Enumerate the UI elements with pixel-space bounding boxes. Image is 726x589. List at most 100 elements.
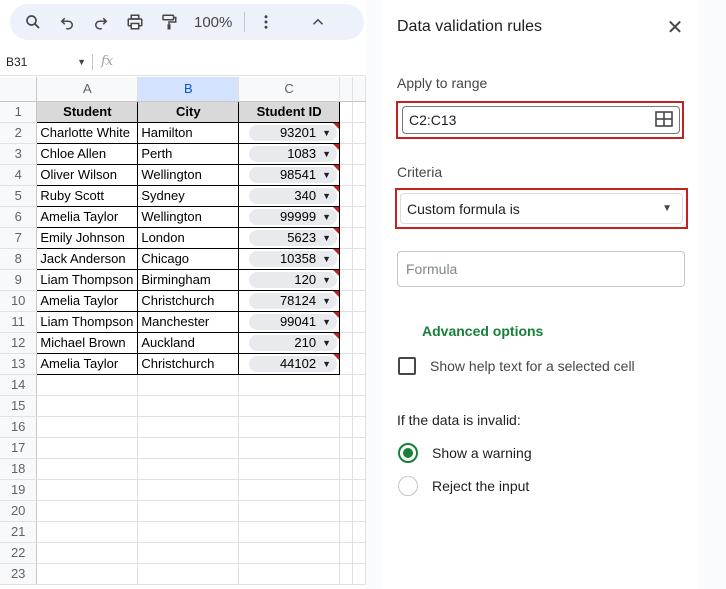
dropdown-chip[interactable]: 44102 ▼: [249, 355, 338, 372]
empty-cell[interactable]: [352, 374, 366, 396]
empty-cell[interactable]: [339, 143, 353, 165]
city-cell[interactable]: Perth: [137, 142, 240, 165]
empty-cell[interactable]: [137, 563, 240, 585]
student-id-cell[interactable]: 99041 ▼: [238, 310, 341, 333]
show-warning-radio[interactable]: [398, 443, 418, 463]
zoom-select[interactable]: 100%: [186, 6, 240, 38]
empty-cell[interactable]: [137, 521, 240, 543]
empty-cell[interactable]: [36, 416, 139, 438]
empty-cell[interactable]: [352, 563, 366, 585]
empty-cell[interactable]: [352, 122, 366, 144]
student-id-cell[interactable]: 120 ▼: [238, 268, 341, 291]
column-header-c[interactable]: C: [238, 77, 341, 102]
empty-cell[interactable]: [352, 269, 366, 291]
empty-cell[interactable]: [36, 500, 139, 522]
advanced-options-button[interactable]: Advanced options: [422, 323, 543, 339]
reject-input-option[interactable]: Reject the input: [398, 476, 529, 496]
empty-cell[interactable]: [339, 185, 353, 207]
student-cell[interactable]: Amelia Taylor: [36, 205, 139, 228]
print-icon[interactable]: [118, 6, 152, 38]
empty-cell[interactable]: [352, 290, 366, 312]
empty-cell[interactable]: [137, 416, 240, 438]
row-header[interactable]: 19: [0, 479, 38, 501]
reject-input-radio[interactable]: [398, 476, 418, 496]
empty-cell[interactable]: [339, 521, 353, 543]
empty-cell[interactable]: [137, 374, 240, 396]
empty-cell[interactable]: [339, 479, 353, 501]
row-header[interactable]: 5: [0, 185, 38, 207]
city-cell[interactable]: Chicago: [137, 247, 240, 270]
empty-cell[interactable]: [339, 437, 353, 459]
row-header[interactable]: 16: [0, 416, 38, 438]
student-id-cell[interactable]: 98541 ▼: [238, 163, 341, 186]
dropdown-chip[interactable]: 98541 ▼: [249, 166, 338, 183]
empty-cell[interactable]: [352, 353, 366, 375]
student-id-cell[interactable]: 93201 ▼: [238, 121, 341, 144]
row-header[interactable]: 3: [0, 143, 38, 165]
dropdown-chip[interactable]: 340 ▼: [249, 187, 338, 204]
city-cell[interactable]: Christchurch: [137, 289, 240, 312]
name-box[interactable]: B31 ▼: [0, 48, 92, 76]
student-cell[interactable]: Emily Johnson: [36, 226, 139, 249]
empty-cell[interactable]: [36, 458, 139, 480]
empty-cell[interactable]: [339, 500, 353, 522]
student-cell[interactable]: Liam Thompson: [36, 310, 139, 333]
range-input[interactable]: C2:C13: [402, 106, 680, 134]
student-cell[interactable]: Amelia Taylor: [36, 352, 139, 375]
row-header[interactable]: 20: [0, 500, 38, 522]
empty-cell[interactable]: [36, 521, 139, 543]
student-cell[interactable]: Charlotte White: [36, 121, 139, 144]
redo-icon[interactable]: [84, 6, 118, 38]
student-id-cell[interactable]: 340 ▼: [238, 184, 341, 207]
empty-cell[interactable]: [339, 122, 353, 144]
city-cell[interactable]: Hamilton: [137, 121, 240, 144]
student-id-cell[interactable]: 78124 ▼: [238, 289, 341, 312]
empty-cell[interactable]: [238, 500, 341, 522]
city-cell[interactable]: Wellington: [137, 205, 240, 228]
city-cell[interactable]: Auckland: [137, 331, 240, 354]
empty-cell[interactable]: [352, 416, 366, 438]
formula-input[interactable]: Formula: [397, 251, 685, 287]
empty-cell[interactable]: [238, 374, 341, 396]
empty-cell[interactable]: [36, 479, 139, 501]
row-header[interactable]: 11: [0, 311, 38, 333]
student-id-cell[interactable]: 44102 ▼: [238, 352, 341, 375]
row-header[interactable]: 23: [0, 563, 38, 585]
empty-cell[interactable]: [339, 101, 353, 123]
city-cell[interactable]: Christchurch: [137, 352, 240, 375]
empty-cell[interactable]: [339, 248, 353, 270]
row-header[interactable]: 9: [0, 269, 38, 291]
dropdown-chip[interactable]: 10358 ▼: [249, 250, 338, 267]
row-header[interactable]: 8: [0, 248, 38, 270]
empty-cell[interactable]: [352, 227, 366, 249]
empty-cell[interactable]: [352, 311, 366, 333]
student-cell[interactable]: Amelia Taylor: [36, 289, 139, 312]
empty-cell[interactable]: [339, 374, 353, 396]
row-header[interactable]: 22: [0, 542, 38, 564]
empty-cell[interactable]: [238, 395, 341, 417]
header-cell[interactable]: Student: [36, 100, 139, 123]
column-header-extra[interactable]: [352, 77, 366, 102]
student-cell[interactable]: Jack Anderson: [36, 247, 139, 270]
city-cell[interactable]: Manchester: [137, 310, 240, 333]
student-cell[interactable]: Oliver Wilson: [36, 163, 139, 186]
row-header[interactable]: 4: [0, 164, 38, 186]
city-cell[interactable]: Sydney: [137, 184, 240, 207]
dropdown-chip[interactable]: 120 ▼: [249, 271, 338, 288]
empty-cell[interactable]: [339, 542, 353, 564]
empty-cell[interactable]: [238, 542, 341, 564]
undo-icon[interactable]: [50, 6, 84, 38]
empty-cell[interactable]: [339, 353, 353, 375]
empty-cell[interactable]: [238, 458, 341, 480]
row-header[interactable]: 17: [0, 437, 38, 459]
empty-cell[interactable]: [352, 437, 366, 459]
empty-cell[interactable]: [36, 374, 139, 396]
student-id-cell[interactable]: 5623 ▼: [238, 226, 341, 249]
dropdown-chip[interactable]: 93201 ▼: [249, 124, 338, 141]
column-header-a[interactable]: A: [36, 77, 139, 102]
row-header[interactable]: 21: [0, 521, 38, 543]
empty-cell[interactable]: [339, 164, 353, 186]
empty-cell[interactable]: [339, 269, 353, 291]
show-warning-option[interactable]: Show a warning: [398, 443, 532, 463]
empty-cell[interactable]: [352, 206, 366, 228]
